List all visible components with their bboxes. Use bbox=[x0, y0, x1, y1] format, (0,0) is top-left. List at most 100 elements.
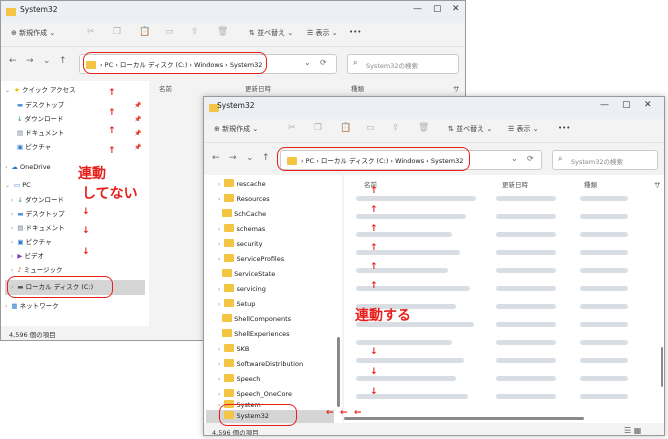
forward-nav-icon[interactable]: → bbox=[26, 56, 34, 66]
tree-label: クイック アクセス bbox=[21, 86, 76, 94]
col-size[interactable]: サ bbox=[654, 179, 661, 189]
forward-nav-icon[interactable]: → bbox=[229, 153, 237, 163]
pin-icon[interactable]: 📌 bbox=[134, 130, 141, 137]
tree-pc-downloads[interactable]: › ↓ ダウンロード bbox=[11, 194, 64, 207]
tree-pc-documents[interactable]: › ▤ ドキュメント bbox=[11, 222, 65, 235]
pin-icon[interactable]: 📌 bbox=[134, 116, 141, 123]
dropdown-icon[interactable]: ⌄ bbox=[511, 154, 518, 163]
search-icon: ⌕ bbox=[558, 154, 563, 163]
up-nav-icon[interactable]: ↑ bbox=[262, 153, 270, 163]
tree-pc[interactable]: ⌄ ▭ PC bbox=[5, 179, 31, 192]
share-icon[interactable]: ⇪ bbox=[392, 123, 400, 133]
tree-qa-downloads[interactable]: ↓ ダウンロード bbox=[17, 113, 64, 126]
tree-qa-desktop[interactable]: ▬ デスクトップ bbox=[17, 99, 64, 112]
file-row-blurred[interactable] bbox=[356, 340, 452, 345]
file-type-blurred bbox=[580, 214, 628, 219]
paste-icon[interactable]: 📋 bbox=[340, 123, 351, 133]
sort-label: 並べ替え bbox=[456, 125, 485, 133]
sort-button[interactable]: ⇅ 並べ替え ⌄ bbox=[249, 28, 293, 38]
tree-label: schemas bbox=[236, 225, 266, 233]
delete-icon[interactable]: 🗑 bbox=[418, 123, 429, 133]
tree-folder[interactable]: › SoftwareDistribution bbox=[218, 358, 303, 371]
tree-folder[interactable]: › SKB bbox=[218, 343, 249, 356]
tree-folder[interactable]: › servicing bbox=[218, 283, 266, 296]
view-label: 表示 bbox=[516, 125, 531, 133]
recent-nav-icon[interactable]: ⌄ bbox=[246, 153, 254, 163]
delete-icon[interactable]: 🗑 bbox=[217, 27, 228, 37]
view-button[interactable]: ☰ 表示 ⌄ bbox=[508, 124, 539, 134]
tree-onedrive[interactable]: › ☁ OneDrive bbox=[5, 161, 51, 174]
up-nav-icon[interactable]: ↑ bbox=[59, 56, 67, 66]
share-icon[interactable]: ⇪ bbox=[191, 27, 199, 37]
sort-button[interactable]: ⇅ 並べ替え ⌄ bbox=[448, 124, 492, 134]
close-icon[interactable]: ✕ bbox=[452, 4, 460, 14]
close-icon[interactable]: ✕ bbox=[644, 100, 652, 110]
cut-icon[interactable]: ✂ bbox=[288, 123, 296, 133]
tree-folder[interactable]: SchCache bbox=[218, 208, 266, 221]
back-nav-icon[interactable]: ← bbox=[212, 153, 220, 163]
file-v-scrollbar[interactable] bbox=[661, 347, 663, 387]
tree-folder[interactable]: ServiceState bbox=[218, 268, 275, 281]
tree-folder[interactable]: ShellComponents bbox=[218, 313, 291, 326]
front-search-box[interactable]: ⌕ System32の検索 bbox=[552, 150, 658, 170]
tree-label: デスクトップ bbox=[25, 101, 65, 109]
details-view-icon[interactable]: ☰ ▦ bbox=[624, 426, 641, 435]
col-date[interactable]: 更新日時 bbox=[245, 83, 271, 93]
tree-label: servicing bbox=[236, 285, 266, 293]
tree-folder[interactable]: › security bbox=[218, 238, 262, 251]
file-h-scrollbar[interactable] bbox=[344, 417, 584, 420]
copy-icon[interactable]: ❐ bbox=[113, 27, 121, 37]
up-arrow-icon: ↑ bbox=[108, 146, 116, 156]
tree-folder[interactable]: › Speech bbox=[218, 373, 260, 386]
col-date[interactable]: 更新日時 bbox=[502, 179, 528, 189]
more-button[interactable]: ••• bbox=[558, 124, 570, 132]
refresh-icon[interactable]: ⟳ bbox=[527, 154, 534, 163]
rename-icon[interactable]: ▭ bbox=[165, 27, 174, 37]
minimize-icon[interactable]: — bbox=[413, 4, 422, 14]
tree-folder[interactable]: › Resources bbox=[218, 193, 270, 206]
new-button[interactable]: ⊕ 新規作成 ⌄ bbox=[11, 28, 55, 38]
tree-quick-access[interactable]: ⌄ ★ クイック アクセス bbox=[5, 84, 76, 97]
status-item-count: 4,596 個の項目 bbox=[9, 331, 56, 339]
new-label: 新規作成 bbox=[19, 29, 48, 37]
more-button[interactable]: ••• bbox=[349, 28, 361, 36]
tree-folder[interactable]: › ServiceProfiles bbox=[218, 253, 284, 266]
col-type[interactable]: 種類 bbox=[584, 179, 597, 189]
view-button[interactable]: ☰ 表示 ⌄ bbox=[307, 28, 338, 38]
tree-network[interactable]: › ▦ ネットワーク bbox=[5, 300, 59, 313]
file-date-blurred bbox=[496, 268, 556, 273]
file-row-blurred[interactable] bbox=[356, 196, 476, 201]
tree-qa-pictures[interactable]: ▣ ピクチャ bbox=[17, 141, 51, 154]
tree-folder[interactable]: › schemas bbox=[218, 223, 265, 236]
maximize-icon[interactable]: ▢ bbox=[622, 100, 631, 110]
copy-icon[interactable]: ❐ bbox=[314, 123, 322, 133]
dropdown-icon[interactable]: ⌄ bbox=[304, 58, 311, 67]
nav-scrollbar[interactable] bbox=[337, 337, 340, 407]
recent-nav-icon[interactable]: ⌄ bbox=[43, 56, 51, 66]
up-arrow-icon: ↑ bbox=[108, 88, 116, 98]
file-date-blurred bbox=[496, 250, 556, 255]
tree-pc-desktop[interactable]: › ▬ デスクトップ bbox=[11, 208, 65, 221]
back-search-box[interactable]: ⌕ System32の検索 bbox=[347, 54, 459, 74]
refresh-icon[interactable]: ⟳ bbox=[320, 58, 327, 67]
col-type[interactable]: 種類 bbox=[351, 83, 364, 93]
tree-pc-videos[interactable]: › ▶ ビデオ bbox=[11, 250, 44, 263]
tree-pc-pictures[interactable]: › ▣ ピクチャ bbox=[11, 236, 52, 249]
cut-icon[interactable]: ✂ bbox=[87, 27, 95, 37]
annotation-not-linked: 連動 してない bbox=[78, 163, 138, 203]
minimize-icon[interactable]: — bbox=[600, 100, 609, 110]
paste-icon[interactable]: 📋 bbox=[139, 27, 150, 37]
tree-folder[interactable]: ShellExperiences bbox=[218, 328, 290, 341]
rename-icon[interactable]: ▭ bbox=[366, 123, 375, 133]
back-nav-icon[interactable]: ← bbox=[9, 56, 17, 66]
pin-icon[interactable]: 📌 bbox=[134, 102, 141, 109]
file-row-blurred[interactable] bbox=[356, 358, 464, 363]
new-button[interactable]: ⊕ 新規作成 ⌄ bbox=[214, 124, 258, 134]
col-name[interactable]: 名前 bbox=[159, 83, 172, 93]
tree-qa-documents[interactable]: ▤ ドキュメント bbox=[17, 127, 64, 140]
tree-folder[interactable]: › Setup bbox=[218, 298, 255, 311]
pin-icon[interactable]: 📌 bbox=[134, 144, 141, 151]
maximize-icon[interactable]: ▢ bbox=[433, 4, 442, 14]
tree-folder[interactable]: › rescache bbox=[218, 178, 266, 191]
col-size[interactable]: サ bbox=[453, 83, 460, 93]
